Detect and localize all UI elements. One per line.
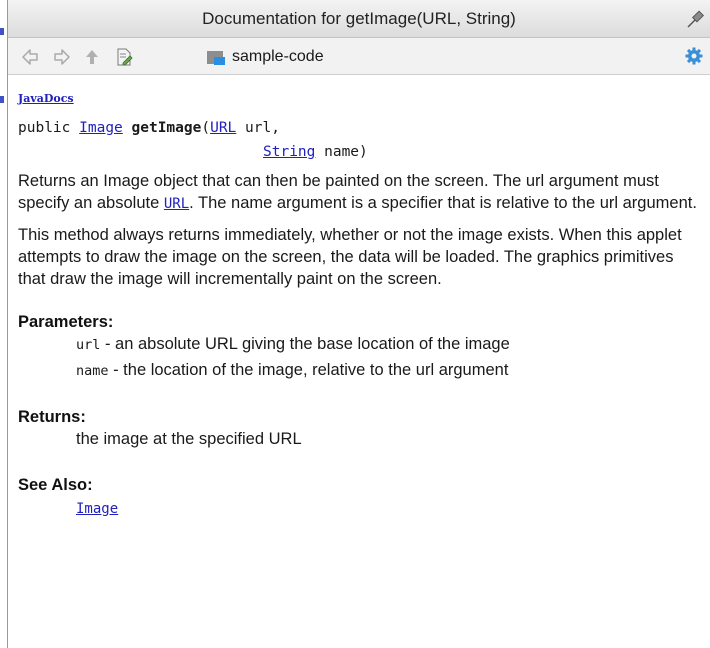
popup-title: Documentation for getImage(URL, String) [202, 9, 516, 28]
see-also-section: See Also: Image [18, 476, 698, 522]
param-name: url, [236, 120, 280, 136]
module-folder-icon [207, 51, 225, 65]
parameter-description: - an absolute URL giving the base locati… [100, 335, 510, 353]
parameter-description: - the location of the image, relative to… [108, 361, 509, 379]
param-type-link[interactable]: String [263, 144, 315, 160]
edit-source-icon[interactable] [114, 47, 134, 67]
gutter-marker [0, 96, 4, 103]
back-arrow-icon[interactable] [20, 47, 40, 67]
url-link[interactable]: URL [164, 196, 189, 212]
returns-heading: Returns: [18, 408, 86, 426]
module-name: sample-code [232, 48, 324, 65]
method-name: getImage [131, 120, 202, 136]
forward-arrow-icon[interactable] [52, 47, 72, 67]
parameter-name: name [76, 363, 109, 379]
method-signature: public Image getImage(URL url, String na… [18, 116, 698, 164]
parameter-item: name - the location of the image, relati… [18, 358, 698, 384]
parameters-heading: Parameters: [18, 313, 114, 331]
description-text: . The name argument is a specifier that … [189, 194, 697, 212]
see-also-link[interactable]: Image [76, 501, 118, 517]
modifier: public [18, 120, 71, 136]
returns-section: Returns: the image at the specified URL [18, 408, 698, 451]
param-type-link[interactable]: URL [210, 120, 236, 136]
gutter-marker [0, 28, 4, 35]
pin-icon[interactable] [685, 8, 707, 30]
parameter-item: url - an absolute URL giving the base lo… [18, 332, 698, 358]
documentation-content: JavaDocs public Image getImage(URL url, … [8, 75, 710, 522]
open-paren: ( [201, 120, 211, 136]
documentation-popup: Documentation for getImage(URL, String) … [7, 0, 710, 648]
up-arrow-icon[interactable] [82, 47, 102, 67]
popup-toolbar: sample-code [8, 38, 710, 75]
gear-icon[interactable] [684, 46, 704, 66]
javadocs-link[interactable]: JavaDocs [18, 92, 74, 105]
see-also-heading: See Also: [18, 476, 93, 494]
description-paragraph: Returns an Image object that can then be… [18, 170, 698, 215]
popup-title-bar[interactable]: Documentation for getImage(URL, String) [8, 0, 710, 38]
parameter-name: url [76, 337, 101, 353]
return-type-link[interactable]: Image [79, 120, 123, 136]
parameters-section: Parameters: url - an absolute URL giving… [18, 313, 698, 384]
param-name: name) [315, 144, 368, 160]
returns-description: the image at the specified URL [76, 430, 302, 448]
description-paragraph: This method always returns immediately, … [18, 226, 682, 288]
